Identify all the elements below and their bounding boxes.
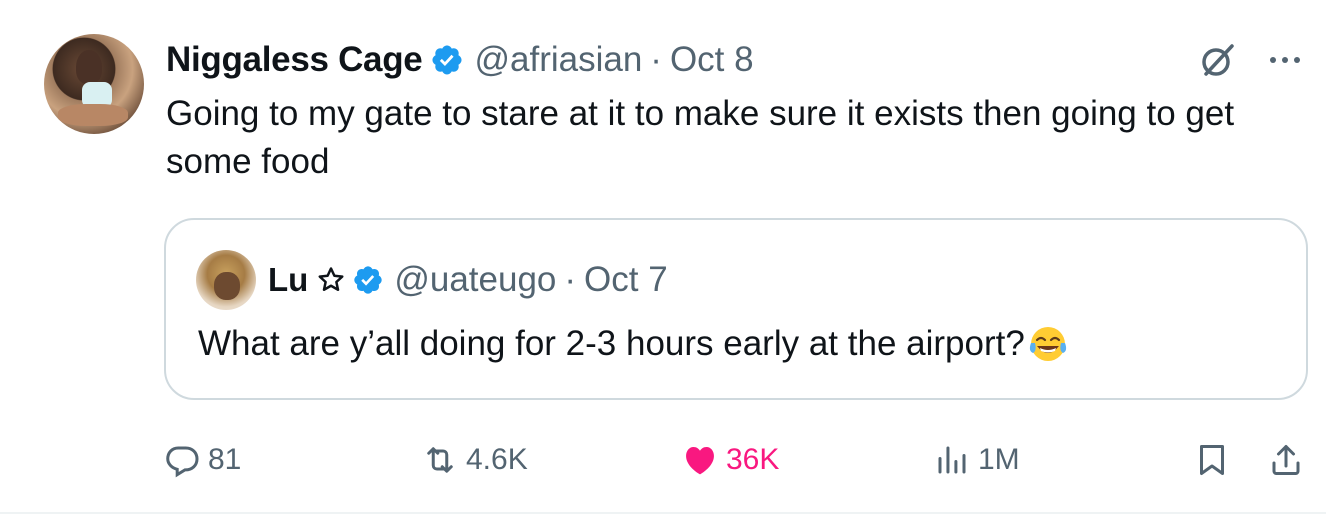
grok-icon[interactable] xyxy=(1198,40,1238,80)
views-count: 1M xyxy=(978,443,1020,476)
quoted-tweet[interactable]: Lu @uateugo · Oct 7 What are y’all doing… xyxy=(164,218,1308,400)
quoted-tweet-date[interactable]: Oct 7 xyxy=(584,260,668,300)
tweet-text: Going to my gate to stare at it to make … xyxy=(166,94,1235,181)
tears-of-joy-emoji-icon xyxy=(1029,327,1066,361)
star-icon xyxy=(318,267,344,291)
tweet[interactable]: Niggaless Cage @afriasian · Oct 8 Going … xyxy=(0,0,1326,518)
action-bar: 81 4.6K 36K 1M xyxy=(164,436,1314,484)
share-button[interactable] xyxy=(1268,436,1304,484)
reply-button[interactable]: 81 xyxy=(164,436,241,484)
verified-badge-icon xyxy=(354,266,382,294)
share-icon xyxy=(1272,445,1300,475)
separator-dot: · xyxy=(564,260,577,299)
divider xyxy=(0,512,1326,514)
like-count: 36K xyxy=(726,443,780,476)
retweet-button[interactable]: 4.6K xyxy=(422,436,528,484)
reply-count: 81 xyxy=(208,443,242,476)
quoted-author-name[interactable]: Lu xyxy=(268,261,308,299)
author-avatar[interactable] xyxy=(44,34,144,134)
separator-dot: · xyxy=(650,40,662,79)
bookmark-button[interactable] xyxy=(1194,436,1230,484)
quoted-tweet-text-content: What are y’all doing for 2-3 hours early… xyxy=(198,324,1025,363)
retweet-icon xyxy=(427,447,453,473)
more-icon[interactable] xyxy=(1262,40,1308,80)
author-handle[interactable]: @afriasian xyxy=(474,40,642,80)
views-button[interactable]: 1M xyxy=(934,436,1020,484)
quoted-tweet-header: Lu @uateugo · Oct 7 xyxy=(268,258,668,302)
views-icon xyxy=(938,446,966,474)
heart-icon xyxy=(686,446,714,475)
bookmark-icon xyxy=(1200,445,1224,475)
tweet-header: Niggaless Cage @afriasian · Oct 8 xyxy=(166,38,754,82)
author-name[interactable]: Niggaless Cage xyxy=(166,40,423,80)
verified-badge-icon xyxy=(432,45,462,75)
quoted-author-avatar[interactable] xyxy=(196,250,256,310)
reply-icon xyxy=(166,446,199,478)
quoted-author-handle[interactable]: @uateugo xyxy=(394,260,556,300)
retweet-count: 4.6K xyxy=(466,443,528,476)
quoted-tweet-text: What are y’all doing for 2-3 hours early… xyxy=(198,320,1069,368)
like-button[interactable]: 36K xyxy=(682,436,779,484)
tweet-date[interactable]: Oct 8 xyxy=(670,40,754,80)
